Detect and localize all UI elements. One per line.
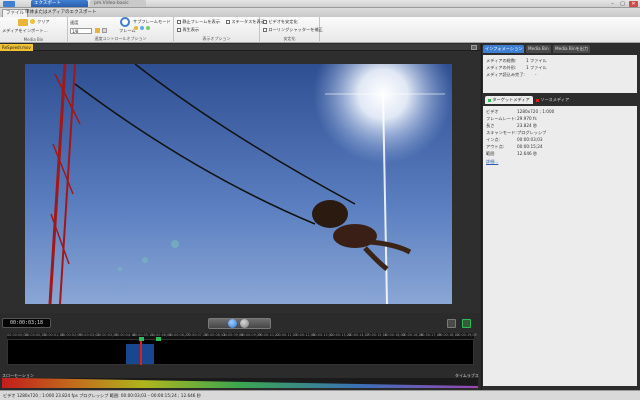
video-frame[interactable] bbox=[25, 64, 452, 304]
minimize-icon[interactable]: – bbox=[608, 1, 617, 7]
app-tab-export[interactable]: エクスポート bbox=[31, 0, 88, 7]
clear-button[interactable]: クリア bbox=[37, 19, 50, 25]
speed-ramp-graphic bbox=[2, 378, 478, 388]
frame-label: フレーム bbox=[119, 28, 136, 33]
rolling-shutter-checkbox[interactable] bbox=[263, 28, 267, 32]
speed-select[interactable]: 1/8 bbox=[70, 28, 92, 34]
prop-key: 範囲 bbox=[486, 151, 495, 156]
folder-icon[interactable] bbox=[18, 19, 28, 26]
speed-up-icon[interactable] bbox=[102, 28, 107, 33]
playback-display-checkbox[interactable] bbox=[177, 28, 181, 32]
speed-ramp-bar[interactable] bbox=[2, 378, 478, 388]
prop-value: 00:00:03;03 bbox=[517, 137, 543, 142]
playback-display-label: 再生表示 bbox=[182, 27, 200, 32]
stabilize-checkbox[interactable] bbox=[263, 20, 267, 24]
info-value: 1 ファイル bbox=[526, 65, 547, 70]
play-button[interactable] bbox=[228, 319, 237, 328]
tab-source-media[interactable]: ソースメディア bbox=[533, 96, 572, 104]
status-checkbox[interactable] bbox=[226, 20, 230, 24]
document-tab[interactable]: ReSpeedr.mov bbox=[0, 44, 33, 51]
ribbon-group-media-bin: クリア メディアをインポート... Media Bin bbox=[0, 17, 68, 43]
rolling-shutter-label: ローリングシャッターを補正 bbox=[268, 27, 323, 32]
import-media-button[interactable]: メディアをインポート... bbox=[2, 28, 48, 34]
prop-key: イン点: bbox=[486, 137, 500, 142]
expand-selection-icon[interactable] bbox=[462, 319, 471, 328]
clock-icon[interactable] bbox=[120, 17, 130, 27]
prop-value: プログレッシブ bbox=[517, 130, 547, 135]
prop-key: ビデオ bbox=[486, 109, 499, 114]
clear-icon[interactable] bbox=[30, 19, 35, 24]
subframe-mode-label: サブフレームモード bbox=[133, 19, 171, 24]
close-icon[interactable]: ✕ bbox=[629, 1, 638, 7]
timecode-display: 00:00:03;18 bbox=[2, 318, 51, 328]
tab-target-media[interactable]: ターゲットメディア bbox=[485, 96, 533, 104]
tab-media-bin[interactable]: Media Bin bbox=[526, 45, 551, 53]
playhead[interactable] bbox=[140, 339, 142, 365]
prop-key: アウト点: bbox=[486, 144, 505, 149]
ribbon-group-display: 静止フレームを表示 ステータスを表示 再生表示 表示オプション bbox=[174, 17, 265, 43]
info-pane: メディアの総数: 1 ファイル メディアの外形: 1 ファイル メディア読込み完… bbox=[483, 55, 637, 93]
video-frame-image bbox=[25, 64, 452, 304]
stop-button[interactable] bbox=[240, 319, 249, 328]
info-key: メディアの総数: bbox=[486, 58, 517, 63]
restore-pane-icon[interactable] bbox=[471, 45, 477, 50]
rolling-shutter-option[interactable]: ローリングシャッターを補正 bbox=[263, 27, 323, 33]
info-key: メディア読込み完了: bbox=[486, 72, 525, 77]
status-bar: ビデオ 1280x720 ; 1:000 23.824 fps プログレッシブ … bbox=[0, 390, 640, 400]
out-point-marker[interactable] bbox=[156, 337, 161, 341]
prop-value: 12.646 秒 bbox=[517, 151, 538, 156]
prop-key: フレームレート: bbox=[486, 116, 517, 121]
timeline-tick: 00:00:19;05 bbox=[456, 333, 477, 337]
speed-label: 速度 bbox=[70, 20, 79, 25]
details-link[interactable]: 詳細... bbox=[486, 159, 498, 165]
option-icon-2[interactable] bbox=[140, 26, 144, 30]
option-icon-3[interactable] bbox=[146, 26, 150, 30]
prop-value: 29.970 fs bbox=[517, 116, 537, 121]
prop-value: 1280x720 ; 1:000 bbox=[517, 109, 555, 114]
ribbon-tab-export[interactable]: 単体またはメディアのエクスポート bbox=[22, 9, 100, 17]
stabilize-option[interactable]: ビデオを安定化 bbox=[263, 19, 298, 25]
document-tab-bar bbox=[0, 44, 480, 51]
app-logo-icon[interactable] bbox=[3, 1, 15, 7]
media-properties-pane: ビデオ 1280x720 ; 1:000 フレームレート: 29.970 fs … bbox=[483, 106, 637, 386]
source-media-icon bbox=[536, 98, 539, 102]
ribbon-group-stabilize: ビデオを安定化 ローリングシャッターを補正 安定化 bbox=[260, 17, 323, 43]
info-value: - bbox=[535, 72, 537, 77]
prop-value: 23.824 秒 bbox=[517, 123, 538, 128]
app-tab-project[interactable]: pm.Video-basic bbox=[90, 0, 146, 7]
speed-down-icon[interactable] bbox=[95, 28, 100, 33]
prop-key: 長さ bbox=[486, 123, 495, 128]
tab-output-media-bin[interactable]: Media Binを出力 bbox=[553, 45, 591, 53]
info-value: 1 ファイル bbox=[526, 58, 547, 63]
target-media-icon bbox=[488, 98, 491, 102]
group-label: 安定化 bbox=[283, 36, 296, 41]
still-frame-checkbox[interactable] bbox=[177, 20, 181, 24]
prop-value: 00:00:15;24 bbox=[517, 144, 543, 149]
still-frame-label: 静止フレームを表示 bbox=[182, 19, 220, 24]
still-frame-option[interactable]: 静止フレームを表示 bbox=[177, 19, 220, 25]
stabilize-label: ビデオを安定化 bbox=[268, 19, 298, 24]
tab-information[interactable]: インフォメーション bbox=[483, 45, 525, 53]
group-label: 表示オプション bbox=[202, 36, 231, 41]
tab-source-media-label: ソースメディア bbox=[540, 97, 570, 102]
in-point-marker[interactable] bbox=[139, 337, 144, 341]
option-icon-1[interactable] bbox=[134, 26, 138, 30]
prop-key: スキャンモード: bbox=[486, 130, 517, 135]
playback-display-option[interactable]: 再生表示 bbox=[177, 27, 199, 33]
group-label: 速度コントロールオプション bbox=[94, 36, 147, 41]
group-label: Media Bin bbox=[23, 37, 44, 42]
info-key: メディアの外形: bbox=[486, 65, 517, 70]
ribbon-group-playback: 速度 1/8 フレーム サブフレームモード 速度コントロールオプション bbox=[68, 17, 174, 43]
maximize-icon[interactable]: □ bbox=[618, 1, 627, 7]
tab-target-media-label: ターゲットメディア bbox=[492, 97, 530, 102]
fit-view-icon[interactable] bbox=[447, 319, 456, 328]
timeline-track[interactable] bbox=[7, 337, 474, 365]
